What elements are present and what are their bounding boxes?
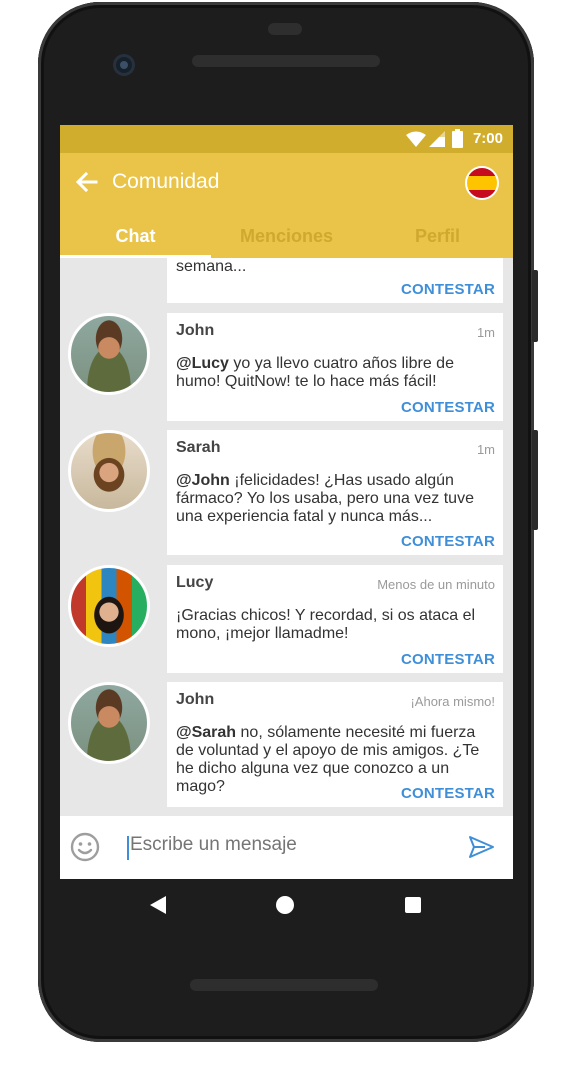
message-composer: [60, 816, 513, 879]
power-button: [532, 270, 538, 342]
top-speaker: [192, 55, 380, 67]
status-time: 7:00: [472, 130, 503, 147]
author-name[interactable]: John: [176, 691, 214, 709]
emoji-icon[interactable]: [70, 832, 100, 862]
message-text: semana...: [176, 258, 247, 275]
reply-button[interactable]: CONTESTAR: [401, 533, 495, 550]
message-feed[interactable]: semana... CONTESTAR John 1m @Lucy yo ya …: [60, 258, 513, 816]
page-title: Comunidad: [112, 170, 220, 193]
signal-icon: [429, 131, 445, 147]
text-cursor: [127, 836, 129, 860]
mention-link[interactable]: @Lucy: [176, 355, 229, 372]
earpiece: [268, 23, 302, 35]
front-camera: [113, 54, 135, 76]
message-text: ¡Gracias chicos! Y recordad, si os ataca…: [176, 607, 496, 643]
reply-button[interactable]: CONTESTAR: [401, 399, 495, 416]
author-name[interactable]: Lucy: [176, 574, 213, 592]
message-text: @John ¡felicidades! ¿Has usado algún fár…: [176, 472, 496, 526]
volume-button: [532, 430, 538, 530]
message-card: Sarah 1m @John ¡felicidades! ¿Has usado …: [167, 430, 503, 555]
spain-flag-icon[interactable]: [465, 166, 499, 200]
message-card: John ¡Ahora mismo! @Sarah no, sólamente …: [167, 682, 503, 807]
arrow-left-icon[interactable]: [72, 167, 102, 197]
reply-button[interactable]: CONTESTAR: [401, 281, 495, 298]
nav-recent-apps-icon[interactable]: [405, 897, 421, 913]
send-icon[interactable]: [467, 833, 495, 861]
nav-back-icon[interactable]: [150, 896, 166, 914]
avatar-john[interactable]: [68, 313, 150, 395]
avatar-sarah[interactable]: [68, 430, 150, 512]
author-name[interactable]: Sarah: [176, 439, 220, 457]
avatar-john[interactable]: [68, 682, 150, 764]
message-body: ¡Gracias chicos! Y recordad, si os ataca…: [176, 607, 476, 642]
app-bar: Comunidad Chat Menciones Perfil: [60, 153, 513, 258]
message-time: 1m: [476, 325, 495, 340]
avatar-lucy[interactable]: [68, 565, 150, 647]
tab-bar: Chat Menciones Perfil: [60, 215, 513, 258]
system-nav-bar: [60, 879, 513, 933]
message-card: John 1m @Lucy yo ya llevo cuatro años li…: [167, 313, 503, 421]
mention-link[interactable]: @Sarah: [176, 724, 236, 741]
bottom-speaker: [190, 979, 378, 991]
battery-icon: [452, 129, 463, 148]
message-input[interactable]: [130, 834, 450, 856]
nav-home-icon[interactable]: [276, 896, 294, 914]
wifi-icon: [406, 131, 426, 147]
author-name[interactable]: John: [176, 322, 214, 340]
message-text: @Lucy yo ya llevo cuatro años libre de h…: [176, 355, 496, 391]
mention-link[interactable]: @John: [176, 472, 230, 489]
tab-menciones[interactable]: Menciones: [211, 215, 362, 258]
tab-perfil[interactable]: Perfil: [362, 215, 513, 258]
tab-chat[interactable]: Chat: [60, 215, 211, 258]
message-time: ¡Ahora mismo!: [410, 694, 495, 709]
message-card: semana... CONTESTAR: [167, 258, 503, 303]
message-time: 1m: [476, 442, 495, 457]
reply-button[interactable]: CONTESTAR: [401, 651, 495, 668]
reply-button[interactable]: CONTESTAR: [401, 785, 495, 802]
app-screen: 7:00 Comunidad Chat Menciones Perfil sem…: [60, 125, 513, 879]
message-time: Menos de un minuto: [377, 577, 495, 592]
message-card: Lucy Menos de un minuto ¡Gracias chicos!…: [167, 565, 503, 673]
status-bar: 7:00: [60, 125, 513, 153]
